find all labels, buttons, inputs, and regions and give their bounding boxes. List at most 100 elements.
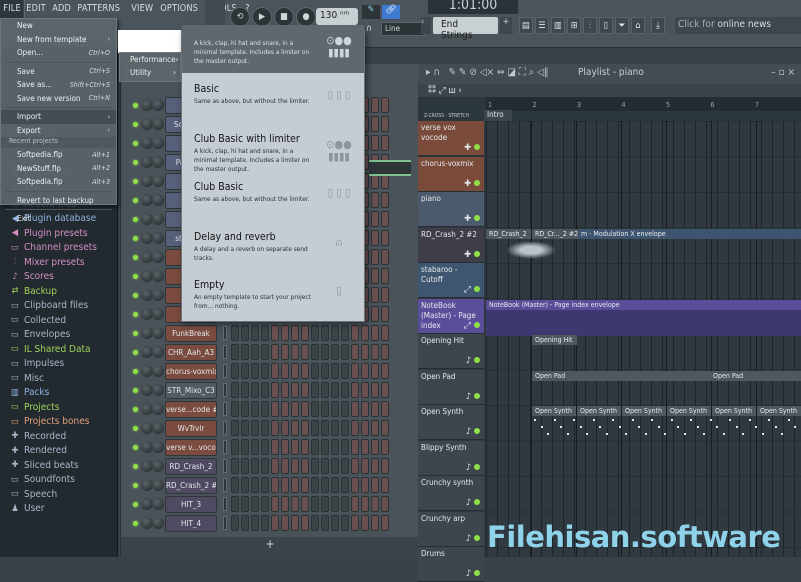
step-button[interactable] bbox=[381, 515, 389, 531]
step-button[interactable] bbox=[371, 97, 379, 113]
link-button[interactable]: 🔗︎ bbox=[382, 5, 400, 19]
track-enable-led[interactable] bbox=[474, 322, 480, 328]
step-button[interactable] bbox=[371, 420, 379, 436]
step-button[interactable] bbox=[271, 477, 279, 493]
pattern-prev-button[interactable]: ‹ bbox=[421, 17, 431, 34]
browser-item[interactable]: ✚Sliced beats bbox=[0, 458, 117, 473]
step-button[interactable] bbox=[261, 515, 269, 531]
step-button[interactable] bbox=[261, 382, 269, 398]
step-button[interactable] bbox=[321, 363, 329, 379]
browser-item[interactable]: ▭Envelopes bbox=[0, 328, 117, 343]
pattern-selector[interactable]: End Strings bbox=[433, 17, 498, 34]
step-button[interactable] bbox=[251, 325, 259, 341]
file-menu-item[interactable]: Save as...Shift+Ctrl+S bbox=[1, 78, 116, 92]
browser-item[interactable]: ♪Scores bbox=[0, 270, 117, 285]
menu-add[interactable]: ADD bbox=[49, 0, 74, 18]
step-button[interactable] bbox=[271, 439, 279, 455]
step-button[interactable] bbox=[291, 325, 299, 341]
channel-mute-led[interactable] bbox=[133, 464, 138, 469]
step-button[interactable] bbox=[251, 496, 259, 512]
step-button[interactable] bbox=[341, 477, 349, 493]
channel-volume-bar[interactable] bbox=[223, 326, 227, 340]
step-button[interactable] bbox=[231, 515, 239, 531]
timeline-ruler[interactable]: 1234567 bbox=[486, 97, 801, 111]
playlist-window-icon[interactable]: ▤ bbox=[519, 17, 533, 34]
browser-item[interactable]: ▭Impulses bbox=[0, 357, 117, 372]
channel-volume-bar[interactable] bbox=[223, 421, 227, 435]
snap-select[interactable]: Line bbox=[381, 22, 425, 36]
playlist-clip[interactable]: Open Synth bbox=[577, 406, 621, 416]
browser-item[interactable]: ✚Rendered bbox=[0, 444, 117, 459]
step-button[interactable] bbox=[381, 97, 389, 113]
browser-item[interactable]: ▥Packs bbox=[0, 386, 117, 401]
step-button[interactable] bbox=[381, 116, 389, 132]
step-button[interactable] bbox=[341, 439, 349, 455]
step-button[interactable] bbox=[371, 458, 379, 474]
step-button[interactable] bbox=[381, 268, 389, 284]
step-button[interactable] bbox=[321, 477, 329, 493]
pl-tool-icons[interactable]: ▸ ∩ ✎ ✎ ⊘ ◁× ⇔ ◪ ⛶ ⌕ ◁‖ bbox=[426, 67, 549, 78]
step-button[interactable] bbox=[361, 477, 369, 493]
channel-volume-bar[interactable] bbox=[223, 459, 227, 473]
step-button[interactable] bbox=[241, 382, 249, 398]
track-enable-led[interactable] bbox=[474, 286, 480, 292]
playlist-grid[interactable]: RD_Crash_2RD_Cr..._2 #2m - Modulation X … bbox=[486, 121, 801, 557]
track-header[interactable]: chorus-voxmix✚ bbox=[418, 157, 484, 192]
volume-knob[interactable] bbox=[152, 251, 164, 263]
menu-patterns[interactable]: PATTERNS bbox=[74, 0, 123, 18]
step-button[interactable] bbox=[261, 496, 269, 512]
step-button[interactable] bbox=[301, 496, 309, 512]
step-button[interactable] bbox=[351, 344, 359, 360]
submenu-item[interactable]: Utility› bbox=[120, 66, 180, 79]
step-button[interactable] bbox=[381, 306, 389, 322]
step-button[interactable] bbox=[311, 458, 319, 474]
step-button[interactable] bbox=[341, 382, 349, 398]
step-button[interactable] bbox=[371, 363, 379, 379]
step-button[interactable] bbox=[261, 439, 269, 455]
step-button[interactable] bbox=[281, 515, 289, 531]
channel-name-button[interactable]: RD_Crash_2 #2 bbox=[165, 477, 217, 494]
volume-knob[interactable] bbox=[152, 308, 164, 320]
channel-mute-led[interactable] bbox=[133, 141, 138, 146]
step-button[interactable] bbox=[301, 439, 309, 455]
playlist-scrollbar[interactable] bbox=[418, 84, 801, 97]
step-button[interactable] bbox=[371, 230, 379, 246]
step-button[interactable] bbox=[251, 458, 259, 474]
track-header[interactable]: Crunchy arp♪ bbox=[418, 512, 484, 547]
step-button[interactable] bbox=[241, 496, 249, 512]
track-header[interactable]: piano✚ bbox=[418, 192, 484, 227]
playlist-clip[interactable]: RD_Cr..._2 #2 bbox=[532, 229, 578, 239]
step-button[interactable] bbox=[301, 420, 309, 436]
track-enable-led[interactable] bbox=[474, 144, 480, 150]
step-button[interactable] bbox=[271, 458, 279, 474]
step-button[interactable] bbox=[281, 382, 289, 398]
step-button[interactable] bbox=[381, 477, 389, 493]
volume-knob[interactable] bbox=[152, 99, 164, 111]
channel-name-button[interactable]: chorus-voxmix bbox=[165, 363, 217, 380]
step-button[interactable] bbox=[311, 496, 319, 512]
step-button[interactable] bbox=[301, 382, 309, 398]
step-button[interactable] bbox=[281, 496, 289, 512]
file-menu-item[interactable]: Softpedia.flpAlt+1 bbox=[1, 148, 116, 162]
file-menu-item[interactable]: NewStuff.flpAlt+2 bbox=[1, 162, 116, 176]
step-button[interactable] bbox=[241, 477, 249, 493]
track-header[interactable]: RD_Crash_2 #2✚ bbox=[418, 228, 484, 263]
step-button[interactable] bbox=[271, 325, 279, 341]
step-button[interactable] bbox=[351, 496, 359, 512]
playlist-clip[interactable]: Open Pad bbox=[532, 371, 712, 381]
channel-mute-led[interactable] bbox=[133, 236, 138, 241]
step-button[interactable] bbox=[311, 477, 319, 493]
step-button[interactable] bbox=[381, 287, 389, 303]
step-button[interactable] bbox=[331, 382, 339, 398]
volume-knob[interactable] bbox=[152, 289, 164, 301]
step-button[interactable] bbox=[321, 496, 329, 512]
step-button[interactable] bbox=[271, 420, 279, 436]
track-enable-led[interactable] bbox=[474, 464, 480, 470]
step-button[interactable] bbox=[361, 496, 369, 512]
step-button[interactable] bbox=[371, 135, 379, 151]
file-menu-item[interactable]: Import› bbox=[1, 110, 116, 124]
step-button[interactable] bbox=[251, 515, 259, 531]
step-button[interactable] bbox=[381, 401, 389, 417]
track-header[interactable]: verse vox vocode✚ bbox=[418, 121, 484, 156]
channel-mute-led[interactable] bbox=[133, 521, 138, 526]
